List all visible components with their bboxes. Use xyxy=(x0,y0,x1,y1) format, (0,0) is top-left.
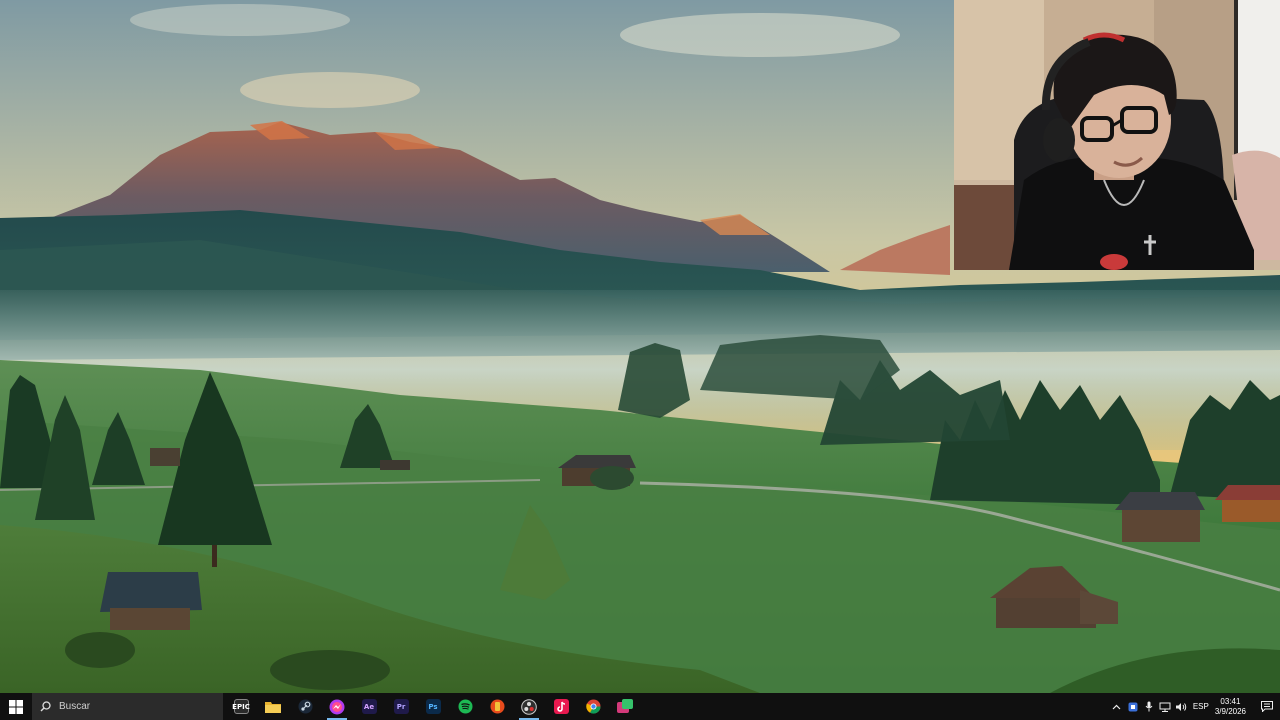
clock[interactable]: 03:41 3/9/2026 xyxy=(1215,697,1246,717)
search-icon xyxy=(40,701,51,712)
photoshop-icon: Ps xyxy=(425,699,441,714)
webcam-overlay xyxy=(954,0,1280,270)
taskbar-app-premiere-pro[interactable]: Pr xyxy=(385,693,417,720)
notifications-icon[interactable] xyxy=(1254,693,1280,720)
microphone-icon[interactable] xyxy=(1141,693,1157,720)
spotify-icon xyxy=(458,699,472,714)
taskbar-app-media-app[interactable] xyxy=(609,693,641,720)
taskbar-app-file-explorer[interactable] xyxy=(257,693,289,720)
messenger-icon xyxy=(329,699,345,714)
taskbar-pinned-apps: EPIC Ae Pr Ps xyxy=(225,693,641,720)
steam-icon xyxy=(298,699,312,714)
tray-app-icon[interactable] xyxy=(1125,693,1141,720)
language-indicator[interactable]: ESP xyxy=(1193,702,1209,711)
clock-date: 3/9/2026 xyxy=(1214,706,1246,716)
taskbar-app-photoshop[interactable]: Ps xyxy=(417,693,449,720)
obs-studio-icon xyxy=(521,698,537,715)
volume-icon[interactable] xyxy=(1173,693,1189,720)
taskbar-app-epic-games[interactable]: EPIC xyxy=(225,693,257,720)
windows-logo-icon xyxy=(9,699,23,714)
taskbar-app-steam[interactable] xyxy=(289,693,321,720)
taskbar-app-after-effects[interactable]: Ae xyxy=(353,693,385,720)
game-app-icon xyxy=(490,699,504,714)
media-app-icon xyxy=(617,699,633,713)
clock-time: 03:41 xyxy=(1220,696,1241,706)
premiere-pro-icon: Pr xyxy=(393,699,409,714)
taskbar-app-game-app[interactable] xyxy=(481,693,513,720)
search-input[interactable]: Buscar xyxy=(32,693,223,720)
taskbar-app-spotify[interactable] xyxy=(449,693,481,720)
tiktok-icon xyxy=(553,699,569,714)
taskbar: Buscar EPIC Ae Pr Ps ESP 03:41 3/9/2026 xyxy=(0,693,1280,720)
after-effects-icon: Ae xyxy=(361,699,377,714)
tray-overflow-chevron-up-icon[interactable] xyxy=(1109,693,1125,720)
taskbar-app-chrome[interactable] xyxy=(577,693,609,720)
taskbar-app-messenger[interactable] xyxy=(321,693,353,720)
chrome-icon xyxy=(585,699,601,714)
network-icon[interactable] xyxy=(1157,693,1173,720)
epic-games-icon: EPIC xyxy=(232,699,250,714)
folder-icon xyxy=(265,701,281,713)
taskbar-app-obs-studio[interactable] xyxy=(513,693,545,720)
start-button[interactable] xyxy=(0,693,32,720)
search-placeholder: Buscar xyxy=(59,701,91,712)
system-tray: ESP 03:41 3/9/2026 xyxy=(1109,693,1280,720)
taskbar-app-tiktok[interactable] xyxy=(545,693,577,720)
